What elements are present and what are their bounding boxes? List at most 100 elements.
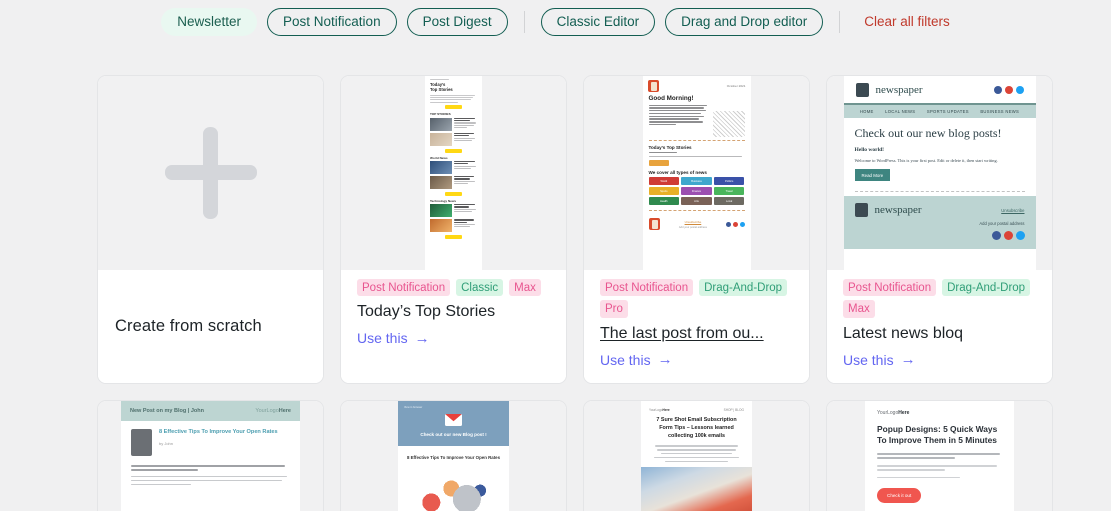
use-this-button[interactable]: Use this → <box>600 352 795 368</box>
use-this-label: Use this <box>357 330 408 347</box>
avatar <box>131 429 152 456</box>
thumb-headline: Good Morning! <box>648 95 694 102</box>
card-template[interactable]: New Post on my Blog | John YourLogoHere … <box>97 400 324 511</box>
use-this-label: Use this <box>843 351 894 368</box>
thumb-headline: Check out our new blog posts! <box>854 126 1002 140</box>
tag: Classic <box>456 279 504 297</box>
thumb-masthead: newspaper <box>875 84 923 96</box>
tag: Post Notification <box>600 279 694 297</box>
thumbnail-preview: YourLogoHere Popup Designs: 5 Quick Ways… <box>865 401 1014 511</box>
filter-pill-post-digest[interactable]: Post Digest <box>406 7 508 36</box>
nav-item: BUSINESS NEWS <box>980 109 1020 114</box>
thumb-button <box>648 160 669 166</box>
template-thumbnail: Today’s Top Stories TOP STORIES World New… <box>341 76 566 270</box>
filter-bar: Newsletter Post Notification Post Digest… <box>0 0 1111 43</box>
card-template[interactable]: newspaper HOME LOCAL NEWS SPORTS UPDATES… <box>826 75 1053 384</box>
tag-list: Post Notification Drag-And-Drop Pro <box>600 279 795 318</box>
footer-unsubscribe-link: Unsubscribe <box>684 219 702 224</box>
thumb-subheading: Hello world! <box>854 147 884 153</box>
thumbnail-preview: YourLogoHere SHOP | BLOG 7 Sure Shot Ema… <box>641 401 752 511</box>
social-icons <box>726 221 745 227</box>
footer-address: Add your postal address <box>979 221 1025 226</box>
template-grid: Create from scratch Today’s Top Stories T… <box>0 75 1111 511</box>
template-thumbnail: View in browser Check out our new Blog p… <box>341 401 566 511</box>
plus-icon <box>164 127 257 219</box>
envelope-icon <box>445 414 462 426</box>
card-meta: Post Notification Classic Max Today’s To… <box>341 270 566 383</box>
use-this-button[interactable]: Use this → <box>843 352 1038 368</box>
template-thumbnail: New Post on my Blog | John YourLogoHere … <box>98 401 323 511</box>
filter-pill-classic-editor[interactable]: Classic Editor <box>540 7 656 36</box>
card-meta: Post Notification Drag-And-Drop Pro The … <box>584 270 809 383</box>
thumb-subheading-2: We cover all types of news <box>648 169 707 175</box>
card-create-from-scratch[interactable]: Create from scratch <box>97 75 324 384</box>
logo-bold: Here <box>898 410 910 416</box>
logo-light: YourLogo <box>255 408 279 414</box>
template-thumbnail: newspaper HOME LOCAL NEWS SPORTS UPDATES… <box>827 76 1052 270</box>
card-title: Latest news bloq <box>843 324 964 342</box>
thumb-meta: SHOP | BLOG <box>723 408 744 412</box>
thumbnail-preview: Today’s Top Stories TOP STORIES World New… <box>425 76 482 270</box>
arrow-right-icon: → <box>414 329 430 347</box>
illustration <box>712 110 745 137</box>
footer-social-icons <box>855 231 1025 240</box>
thumb-byline: by John <box>159 440 174 446</box>
use-this-label: Use this <box>600 351 651 368</box>
filter-pill-drag-and-drop-editor[interactable]: Drag and Drop editor <box>665 7 824 36</box>
thumb-title: 8 Effective Tips To Improve Your Open Ra… <box>159 429 278 435</box>
filter-divider-1 <box>523 10 525 33</box>
footer-masthead: newspaper <box>874 204 922 216</box>
arrow-right-icon: → <box>900 351 916 369</box>
card-title: Today’s Top Stories <box>357 303 496 321</box>
category-grid: World Business Politics Sports Finance T… <box>648 177 745 206</box>
illustration <box>641 467 752 511</box>
footer-unsubscribe-link: Unsubscribe <box>1001 207 1025 213</box>
tag: Max <box>843 300 875 318</box>
newspaper-logo-icon <box>855 83 869 97</box>
thumb-preheader: New Post on my Blog | John <box>130 408 204 414</box>
tag: Drag-And-Drop <box>942 279 1031 297</box>
tag: Post Notification <box>843 279 937 297</box>
tag: Pro <box>600 300 628 318</box>
thumb-paragraph: Welcome to WordPress. This is your first… <box>854 158 998 163</box>
scratch-body: Create from scratch <box>98 270 323 383</box>
social-icons <box>993 86 1024 94</box>
thumb-button: Read More <box>854 169 891 181</box>
tag: Drag-And-Drop <box>699 279 788 297</box>
tag: Post Notification <box>357 279 451 297</box>
template-thumbnail: October 2021 Good Morning! Today’s Top S… <box>584 76 809 270</box>
thumb-subheading: Today’s Top Stories <box>648 144 692 150</box>
thumbnail-preview: newspaper HOME LOCAL NEWS SPORTS UPDATES… <box>843 76 1036 270</box>
thumbnail-preview: October 2021 Good Morning! Today’s Top S… <box>642 76 751 270</box>
footer-address: Add your postal address <box>678 225 707 229</box>
arrow-right-icon: → <box>657 351 673 369</box>
template-thumbnail: YourLogoHere Popup Designs: 5 Quick Ways… <box>827 401 1052 511</box>
card-meta: Post Notification Drag-And-Drop Max Late… <box>827 270 1052 383</box>
use-this-button[interactable]: Use this → <box>357 330 552 346</box>
card-template[interactable]: Today’s Top Stories TOP STORIES World New… <box>340 75 567 384</box>
logo-bold: Here <box>662 408 670 412</box>
thumb-hero-text: Check out our new Blog post ! <box>420 432 487 437</box>
thumb-title: 8 Effective Tips To Improve Your Open Ra… <box>406 455 501 460</box>
tag: Max <box>509 279 541 297</box>
nav-item: SPORTS UPDATES <box>926 109 969 114</box>
card-template[interactable]: View in browser Check out our new Blog p… <box>340 400 567 511</box>
tag-list: Post Notification Classic Max <box>357 279 552 297</box>
filter-pill-post-notification[interactable]: Post Notification <box>267 7 397 36</box>
card-template[interactable]: YourLogoHere SHOP | BLOG 7 Sure Shot Ema… <box>583 400 810 511</box>
thumbnail-preview: View in browser Check out our new Blog p… <box>398 401 509 511</box>
card-title: The last post from ou... <box>600 324 764 342</box>
thumb-title: Popup Designs: 5 Quick Ways To Improve T… <box>877 424 998 445</box>
logo-light: YourLogo <box>649 408 663 412</box>
template-thumbnail: YourLogoHere SHOP | BLOG 7 Sure Shot Ema… <box>584 401 809 511</box>
tag-list: Post Notification Drag-And-Drop Max <box>843 279 1038 318</box>
clear-all-filters-link[interactable]: Clear all filters <box>864 14 950 29</box>
filter-pill-newsletter[interactable]: Newsletter <box>161 7 258 36</box>
thumbnail-preview: New Post on my Blog | John YourLogoHere … <box>121 401 300 511</box>
card-template[interactable]: October 2021 Good Morning! Today’s Top S… <box>583 75 810 384</box>
nav-item: LOCAL NEWS <box>885 109 916 114</box>
brand-logo-icon <box>647 80 659 92</box>
thumb-button: Check it out <box>877 488 922 504</box>
card-template[interactable]: YourLogoHere Popup Designs: 5 Quick Ways… <box>826 400 1053 511</box>
scratch-thumbnail <box>98 76 323 270</box>
